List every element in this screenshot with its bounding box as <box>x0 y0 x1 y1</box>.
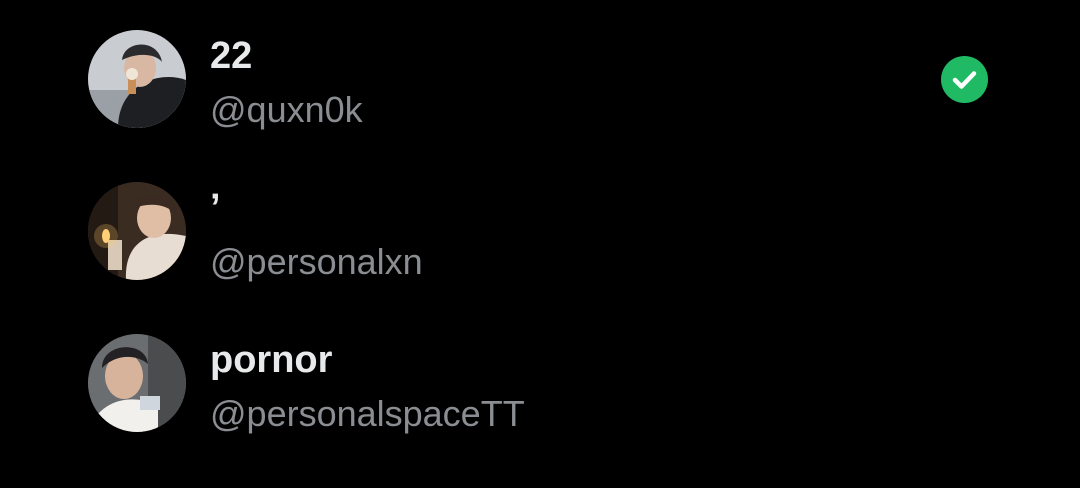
account-row-personalspaceTT[interactable]: pornor @personalspaceTT <box>0 324 1080 444</box>
display-name: pornor <box>210 339 333 381</box>
account-switcher-list: 22 @quxn0k ’ @personalxn pornor @persona… <box>0 0 1080 488</box>
avatar <box>88 334 186 432</box>
avatar <box>88 30 186 128</box>
account-row-quxn0k[interactable]: 22 @quxn0k <box>0 20 1080 140</box>
avatar-photo-ice-cream <box>88 30 186 128</box>
avatar-photo-candle <box>88 182 186 280</box>
account-row-personalxn[interactable]: ’ @personalxn <box>0 172 1080 292</box>
account-handle: @quxn0k <box>210 89 363 130</box>
check-circle-icon <box>941 56 988 103</box>
account-handle: @personalspaceTT <box>210 393 525 434</box>
account-handle: @personalxn <box>210 241 423 282</box>
avatar-photo-portrait <box>88 334 186 432</box>
display-name: ’ <box>210 187 221 229</box>
avatar <box>88 182 186 280</box>
display-name: 22 <box>210 35 253 77</box>
